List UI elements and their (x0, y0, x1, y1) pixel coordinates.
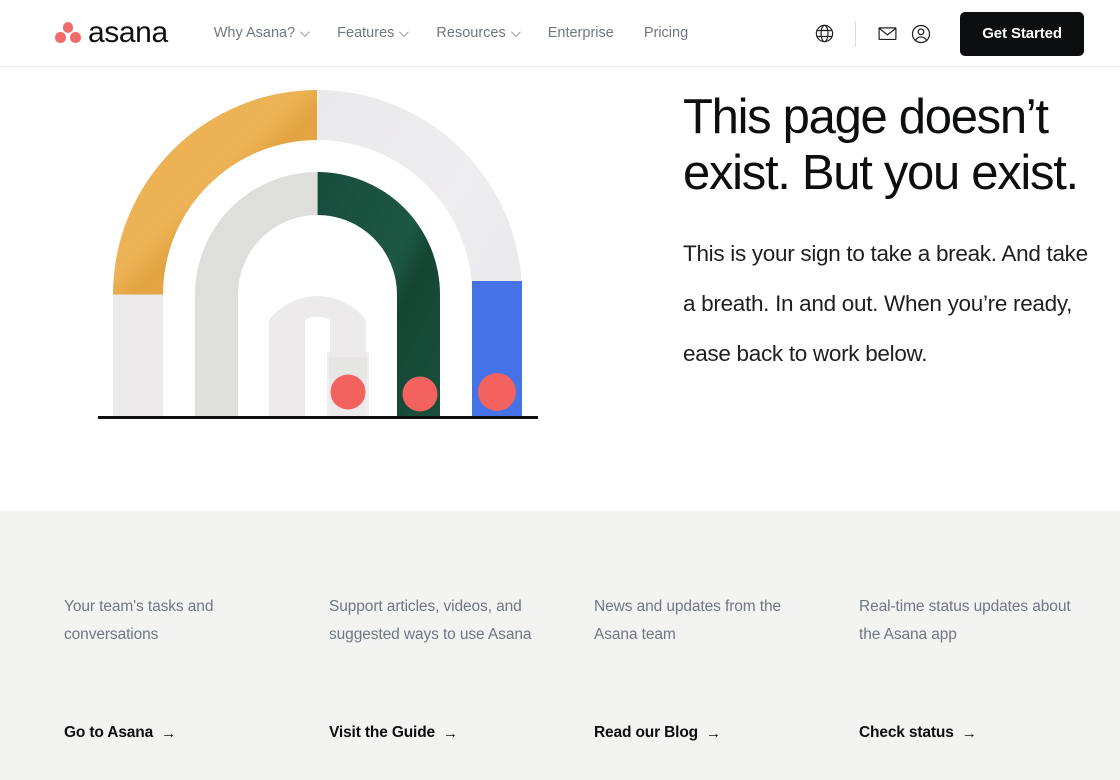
globe-icon[interactable] (807, 17, 841, 51)
get-started-button[interactable]: Get Started (960, 11, 1084, 56)
footer-column-description: Real-time status updates about the Asana… (859, 598, 1071, 643)
footer-columns: Your team's tasks and conversations Go t… (64, 593, 1071, 742)
arrow-right-icon: → (961, 724, 977, 742)
page-title: This page doesn’t exist. But you exist. (683, 90, 1079, 200)
brand-wordmark: asana (88, 16, 168, 49)
account-circle-icon[interactable] (904, 17, 938, 51)
check-status-link[interactable]: Check status → (859, 724, 977, 742)
header-actions: Get Started (807, 0, 1120, 67)
footer-column-go-to-asana: Your team's tasks and conversations Go t… (64, 593, 329, 742)
footer-section: Your team's tasks and conversations Go t… (0, 511, 1120, 780)
nested-arches-illustration (62, 77, 562, 447)
site-header: asana Why Asana? Features Resources Ente… (0, 0, 1120, 67)
asana-dots-logo (55, 22, 81, 44)
arrow-right-icon: → (443, 724, 458, 742)
red-dot-3 (478, 373, 516, 411)
nav-item-why-asana[interactable]: Why Asana? (213, 25, 311, 41)
hero-section: This page doesn’t exist. But you exist. … (0, 67, 1120, 510)
nav-label: Pricing (643, 25, 689, 41)
nav-item-features[interactable]: Features (337, 25, 410, 41)
nav-item-enterprise[interactable]: Enterprise (548, 25, 614, 41)
link-label: Read our Blog (594, 724, 698, 741)
asana-logo-link[interactable]: asana (55, 16, 168, 50)
footer-column-description: Support articles, videos, and suggested … (329, 598, 532, 643)
page-404: asana Why Asana? Features Resources Ente… (0, 0, 1120, 780)
footer-column-description: Your team's tasks and conversations (64, 598, 214, 643)
footer-column-description: News and updates from the Asana team (594, 598, 782, 643)
red-dot-1 (330, 374, 366, 410)
footer-column-guide: Support articles, videos, and suggested … (329, 593, 594, 742)
nav-item-pricing[interactable]: Pricing (644, 25, 688, 41)
go-to-asana-link[interactable]: Go to Asana → (64, 724, 176, 742)
main-nav: Why Asana? Features Resources Enterprise… (214, 25, 688, 41)
nav-label: Enterprise (547, 25, 614, 41)
nav-label: Why Asana? (213, 25, 296, 41)
chevron-down-icon (399, 26, 410, 37)
page-subtitle: This is your sign to take a break. And t… (683, 241, 1088, 366)
read-our-blog-link[interactable]: Read our Blog → (594, 724, 721, 742)
link-label: Go to Asana (64, 724, 154, 741)
red-dot-2 (402, 376, 438, 412)
nav-label: Resources (436, 25, 506, 41)
arrow-right-icon: → (705, 724, 721, 742)
nav-label: Features (337, 25, 395, 41)
ground-baseline (98, 416, 538, 419)
chevron-down-icon (510, 26, 521, 37)
link-label: Visit the Guide (329, 724, 435, 741)
link-label: Check status (859, 724, 954, 741)
envelope-icon[interactable] (870, 17, 904, 51)
visit-the-guide-link[interactable]: Visit the Guide → (329, 724, 458, 742)
chevron-down-icon (300, 26, 311, 37)
arrow-right-icon: → (161, 724, 176, 742)
footer-column-blog: News and updates from the Asana team Rea… (594, 593, 859, 742)
header-divider (855, 20, 857, 47)
footer-column-status: Real-time status updates about the Asana… (859, 593, 1120, 742)
nav-item-resources[interactable]: Resources (436, 25, 521, 41)
hero-copy: This page doesn’t exist. But you exist. … (683, 89, 1103, 379)
